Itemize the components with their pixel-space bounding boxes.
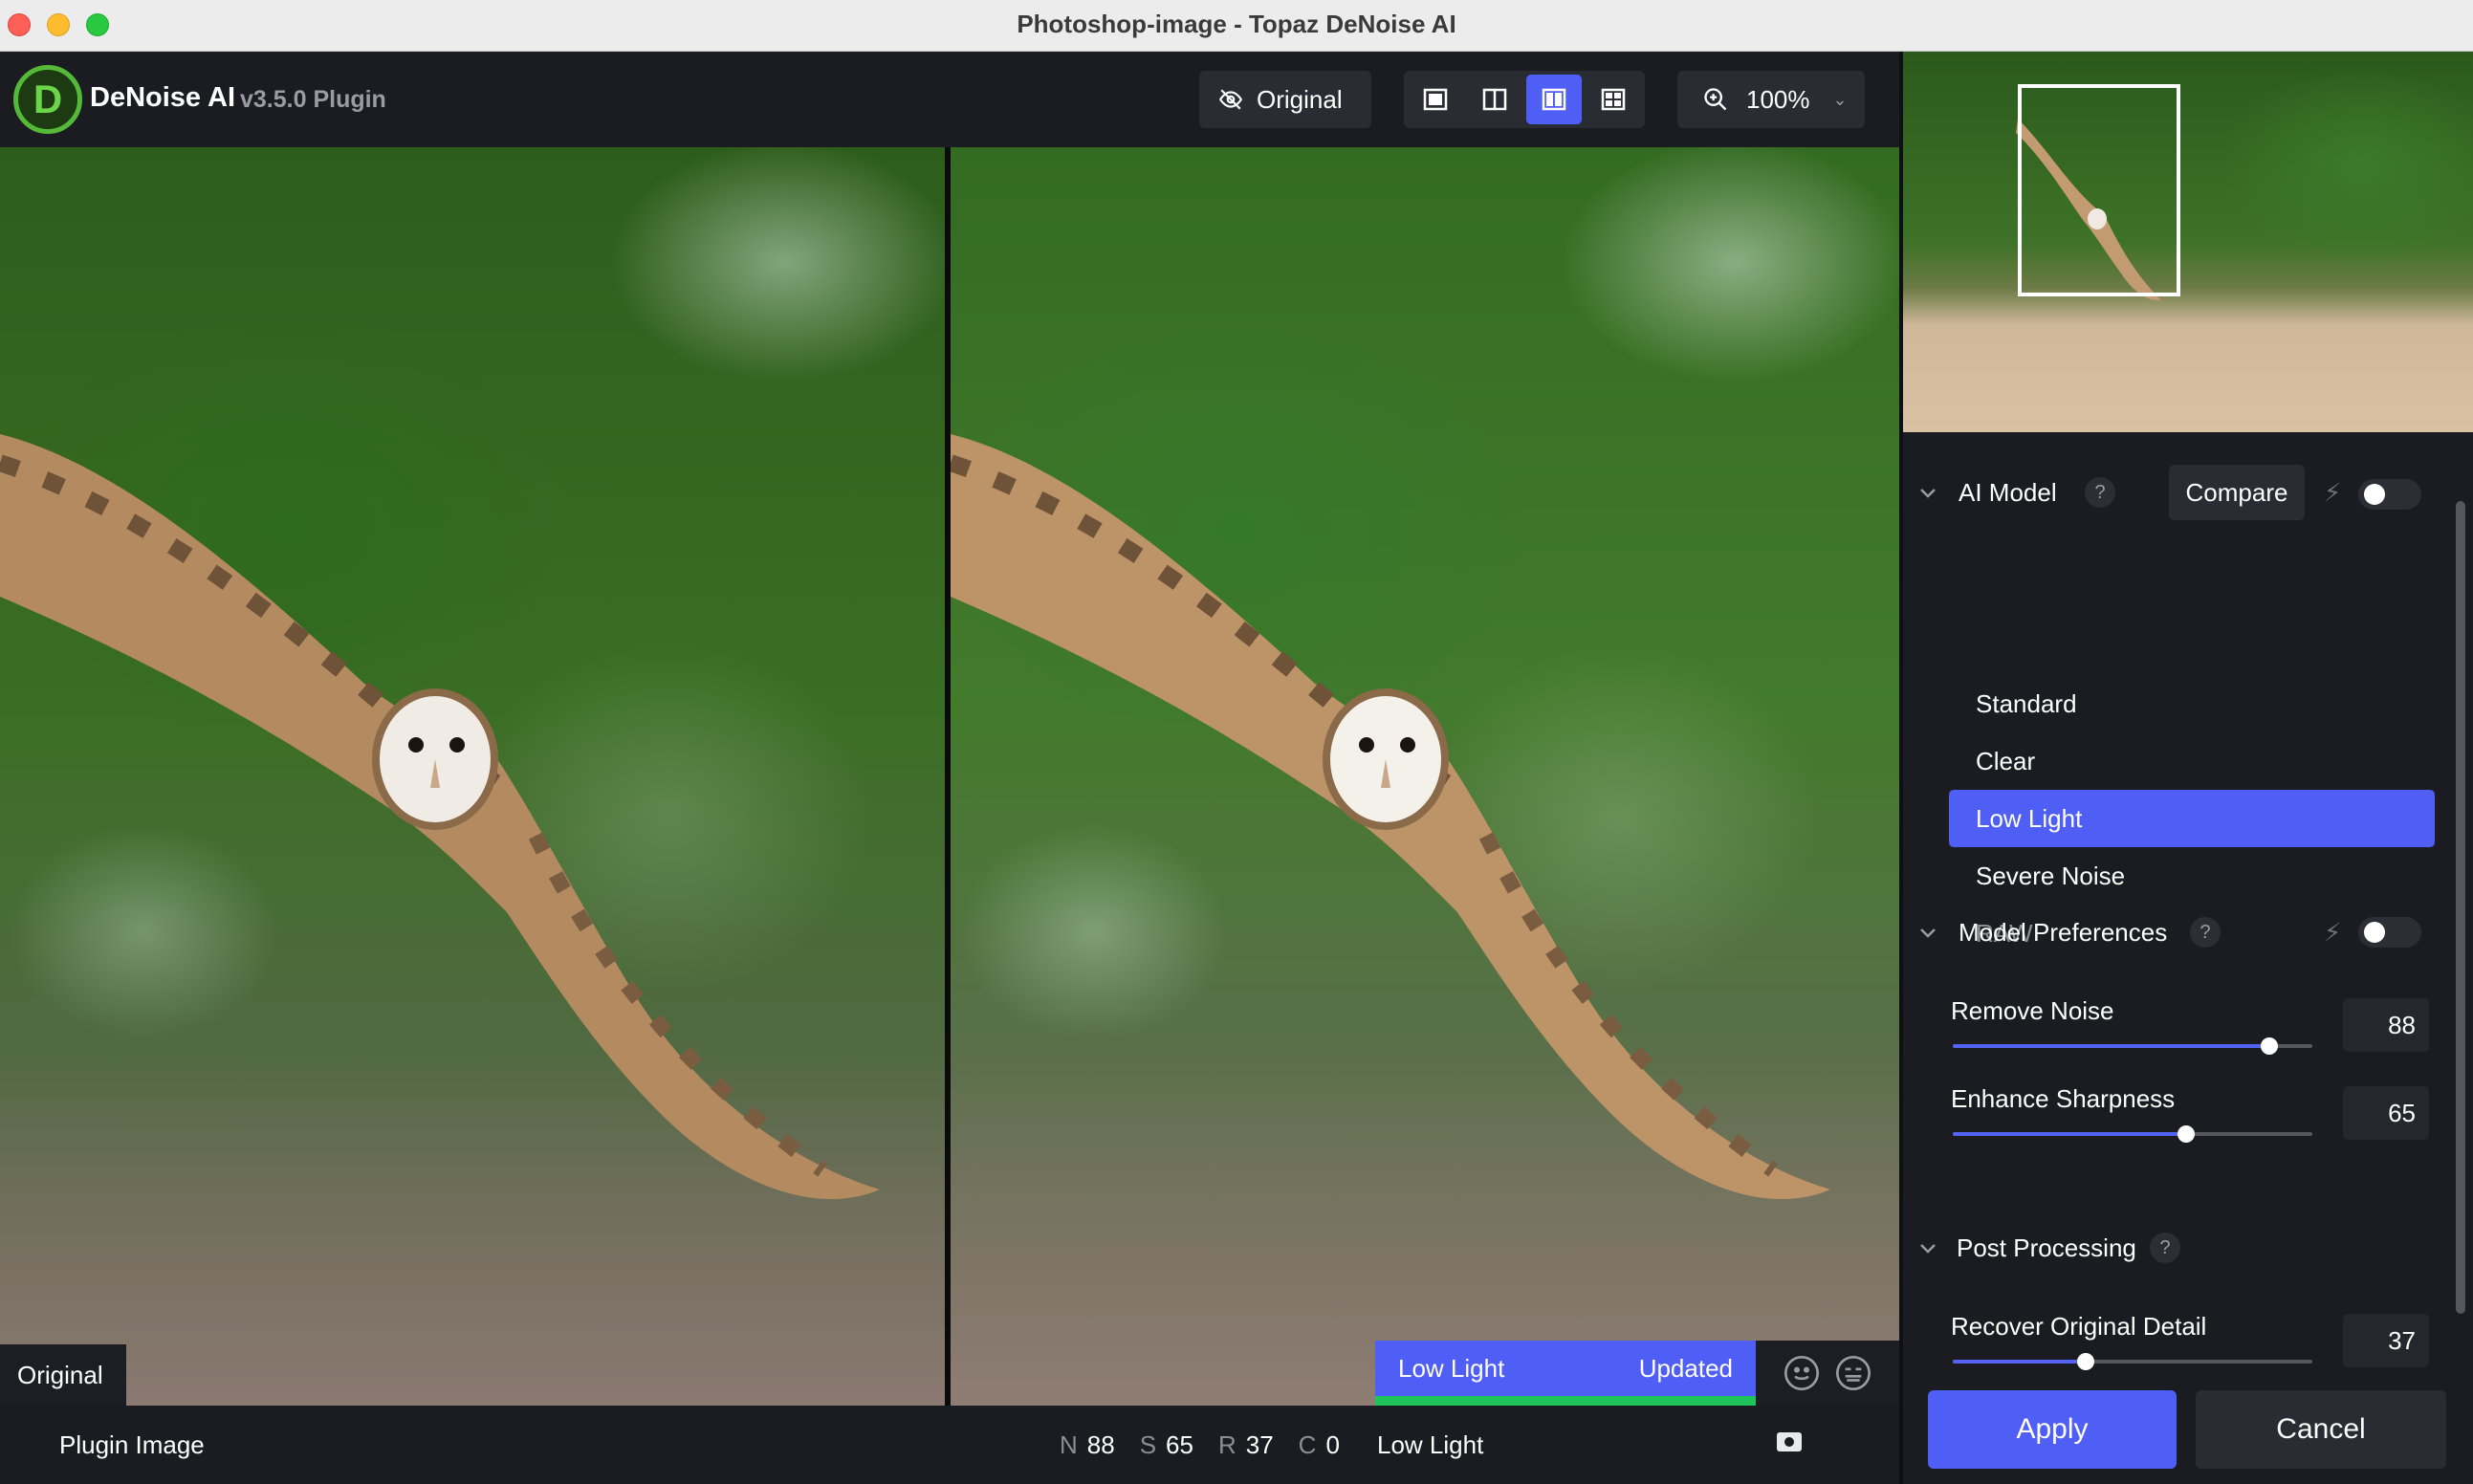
sidebar-scrollbar[interactable] xyxy=(2456,501,2465,1314)
zoom-dropdown[interactable]: 100% ⌄ xyxy=(1677,71,1865,128)
ai-model-help-icon[interactable]: ? xyxy=(2085,477,2115,508)
cancel-button[interactable]: Cancel xyxy=(2196,1390,2446,1469)
processing-status: Low Light Updated xyxy=(1375,1341,1756,1406)
image-viewer[interactable]: Original Low Light Updated xyxy=(0,147,1899,1406)
status-model-name: Low Light xyxy=(1398,1354,1505,1383)
post-processing-help-icon[interactable]: ? xyxy=(2150,1233,2180,1263)
remove-noise-fill xyxy=(1953,1044,2269,1048)
model-preferences-auto-toggle[interactable] xyxy=(2358,917,2421,948)
side-by-side-view-icon xyxy=(1542,88,1566,111)
model-option-low-light[interactable]: Low Light xyxy=(1949,790,2435,847)
param-key: C xyxy=(1298,1430,1317,1459)
original-pane[interactable]: Original xyxy=(0,147,945,1406)
remove-noise-value[interactable]: 88 xyxy=(2343,998,2429,1052)
quad-view-icon xyxy=(1601,88,1626,111)
neutral-face-icon[interactable] xyxy=(1834,1354,1872,1392)
param-key: S xyxy=(1139,1430,1157,1459)
apply-button[interactable]: Apply xyxy=(1928,1390,2177,1469)
recover-detail-slider[interactable] xyxy=(1953,1353,2312,1370)
enhance-sharpness-label: Enhance Sharpness xyxy=(1951,1084,2176,1113)
smiley-face-icon[interactable] xyxy=(1783,1354,1821,1392)
navigator-viewport-box[interactable] xyxy=(2018,84,2180,296)
param-value: 65 xyxy=(1166,1430,1193,1459)
recover-detail-value[interactable]: 37 xyxy=(2343,1314,2429,1367)
status-updated: Updated xyxy=(1638,1354,1733,1383)
bottom-status-bar: Plugin Image N 88 S 65 R 37 C0 Low Light xyxy=(0,1406,1899,1484)
enhance-sharpness-value[interactable]: 65 xyxy=(2343,1086,2429,1140)
compare-button[interactable]: Compare xyxy=(2169,465,2305,520)
param-value: 37 xyxy=(1245,1430,1274,1459)
status-model: Low Light xyxy=(1377,1430,1484,1459)
chevron-down-icon xyxy=(1920,928,1936,938)
recover-detail-knob[interactable] xyxy=(2077,1353,2095,1370)
post-processing-section-header[interactable]: Post Processing ? xyxy=(1903,1224,2439,1272)
preview-pane[interactable] xyxy=(951,147,1899,1406)
window-title: Photoshop-image - Topaz DeNoise AI xyxy=(1017,10,1456,38)
param-summary: N 88 S 65 R 37 C0 xyxy=(1060,1430,1355,1460)
quad-view-button[interactable] xyxy=(1586,75,1641,124)
split-view-button[interactable] xyxy=(1467,75,1522,124)
enhance-sharpness-knob[interactable] xyxy=(2178,1125,2196,1143)
enhance-sharpness-fill xyxy=(1953,1132,2187,1136)
navigator-owl-figure xyxy=(2016,119,2161,301)
enhance-sharpness-slider[interactable] xyxy=(1953,1125,2312,1143)
single-view-button[interactable] xyxy=(1408,75,1463,124)
source-label: Plugin Image xyxy=(59,1430,205,1459)
split-view-icon xyxy=(1482,88,1507,111)
zoom-value: 100% xyxy=(1746,84,1810,114)
param-key: R xyxy=(1217,1430,1236,1459)
post-processing-title: Post Processing xyxy=(1957,1233,2136,1262)
right-sidebar: AI Model ? Compare ⚡︎ Standard Clear Low… xyxy=(1899,52,2473,1484)
ai-model-title: AI Model xyxy=(1959,477,2057,507)
single-view-icon xyxy=(1423,88,1448,111)
app-version: v3.5.0 Plugin xyxy=(240,86,386,113)
chevron-down-icon xyxy=(1920,489,1936,498)
remove-noise-slider[interactable] xyxy=(1953,1037,2312,1055)
remove-noise-knob[interactable] xyxy=(2260,1037,2278,1055)
status-progress-bar xyxy=(1375,1396,1756,1406)
model-option-clear[interactable]: Clear xyxy=(1949,732,2435,790)
model-preferences-title: Model Preferences xyxy=(1959,917,2168,947)
main-toolbar: D DeNoise AI v3.5.0 Plugin Original 100%… xyxy=(0,52,1899,147)
chevron-down-icon xyxy=(1920,1244,1936,1254)
model-option-standard[interactable]: Standard xyxy=(1949,675,2435,732)
ai-model-auto-toggle[interactable] xyxy=(2358,479,2421,510)
zoom-in-icon xyxy=(1704,88,1727,111)
model-option-severe-noise[interactable]: Severe Noise xyxy=(1949,847,2435,905)
auto-bolt-icon: ⚡︎ xyxy=(2324,477,2342,507)
show-original-label: Original xyxy=(1257,84,1343,114)
recover-detail-label: Recover Original Detail xyxy=(1951,1312,2207,1341)
auto-bolt-icon: ⚡︎ xyxy=(2324,917,2342,947)
owl-figure xyxy=(0,434,880,1200)
recover-detail-fill xyxy=(1953,1360,2087,1364)
eye-off-icon xyxy=(1218,89,1243,110)
window-titlebar: Photoshop-image - Topaz DeNoise AI xyxy=(0,0,2473,52)
show-original-button[interactable]: Original xyxy=(1199,71,1371,128)
navigator-thumbnail[interactable] xyxy=(1903,52,2473,432)
remove-noise-label: Remove Noise xyxy=(1951,996,2114,1025)
original-label: Original xyxy=(0,1344,126,1406)
owl-figure xyxy=(951,434,1830,1200)
view-mode-group xyxy=(1404,71,1645,128)
param-value: 0 xyxy=(1325,1430,1340,1459)
feedback-buttons xyxy=(1756,1341,1899,1406)
camera-icon[interactable] xyxy=(1777,1432,1802,1451)
param-key: N xyxy=(1060,1430,1078,1459)
side-by-side-view-button[interactable] xyxy=(1526,75,1582,124)
param-value: 88 xyxy=(1086,1430,1115,1459)
model-preferences-help-icon[interactable]: ? xyxy=(2190,917,2221,948)
denoise-logo-icon: D xyxy=(13,65,82,134)
app-name: DeNoise AI xyxy=(90,82,236,113)
chevron-down-icon: ⌄ xyxy=(1832,89,1848,109)
ai-model-section-header[interactable]: AI Model ? Compare ⚡︎ xyxy=(1903,465,2439,520)
model-preferences-section-header[interactable]: Model Preferences ? ⚡︎ xyxy=(1903,908,2439,956)
